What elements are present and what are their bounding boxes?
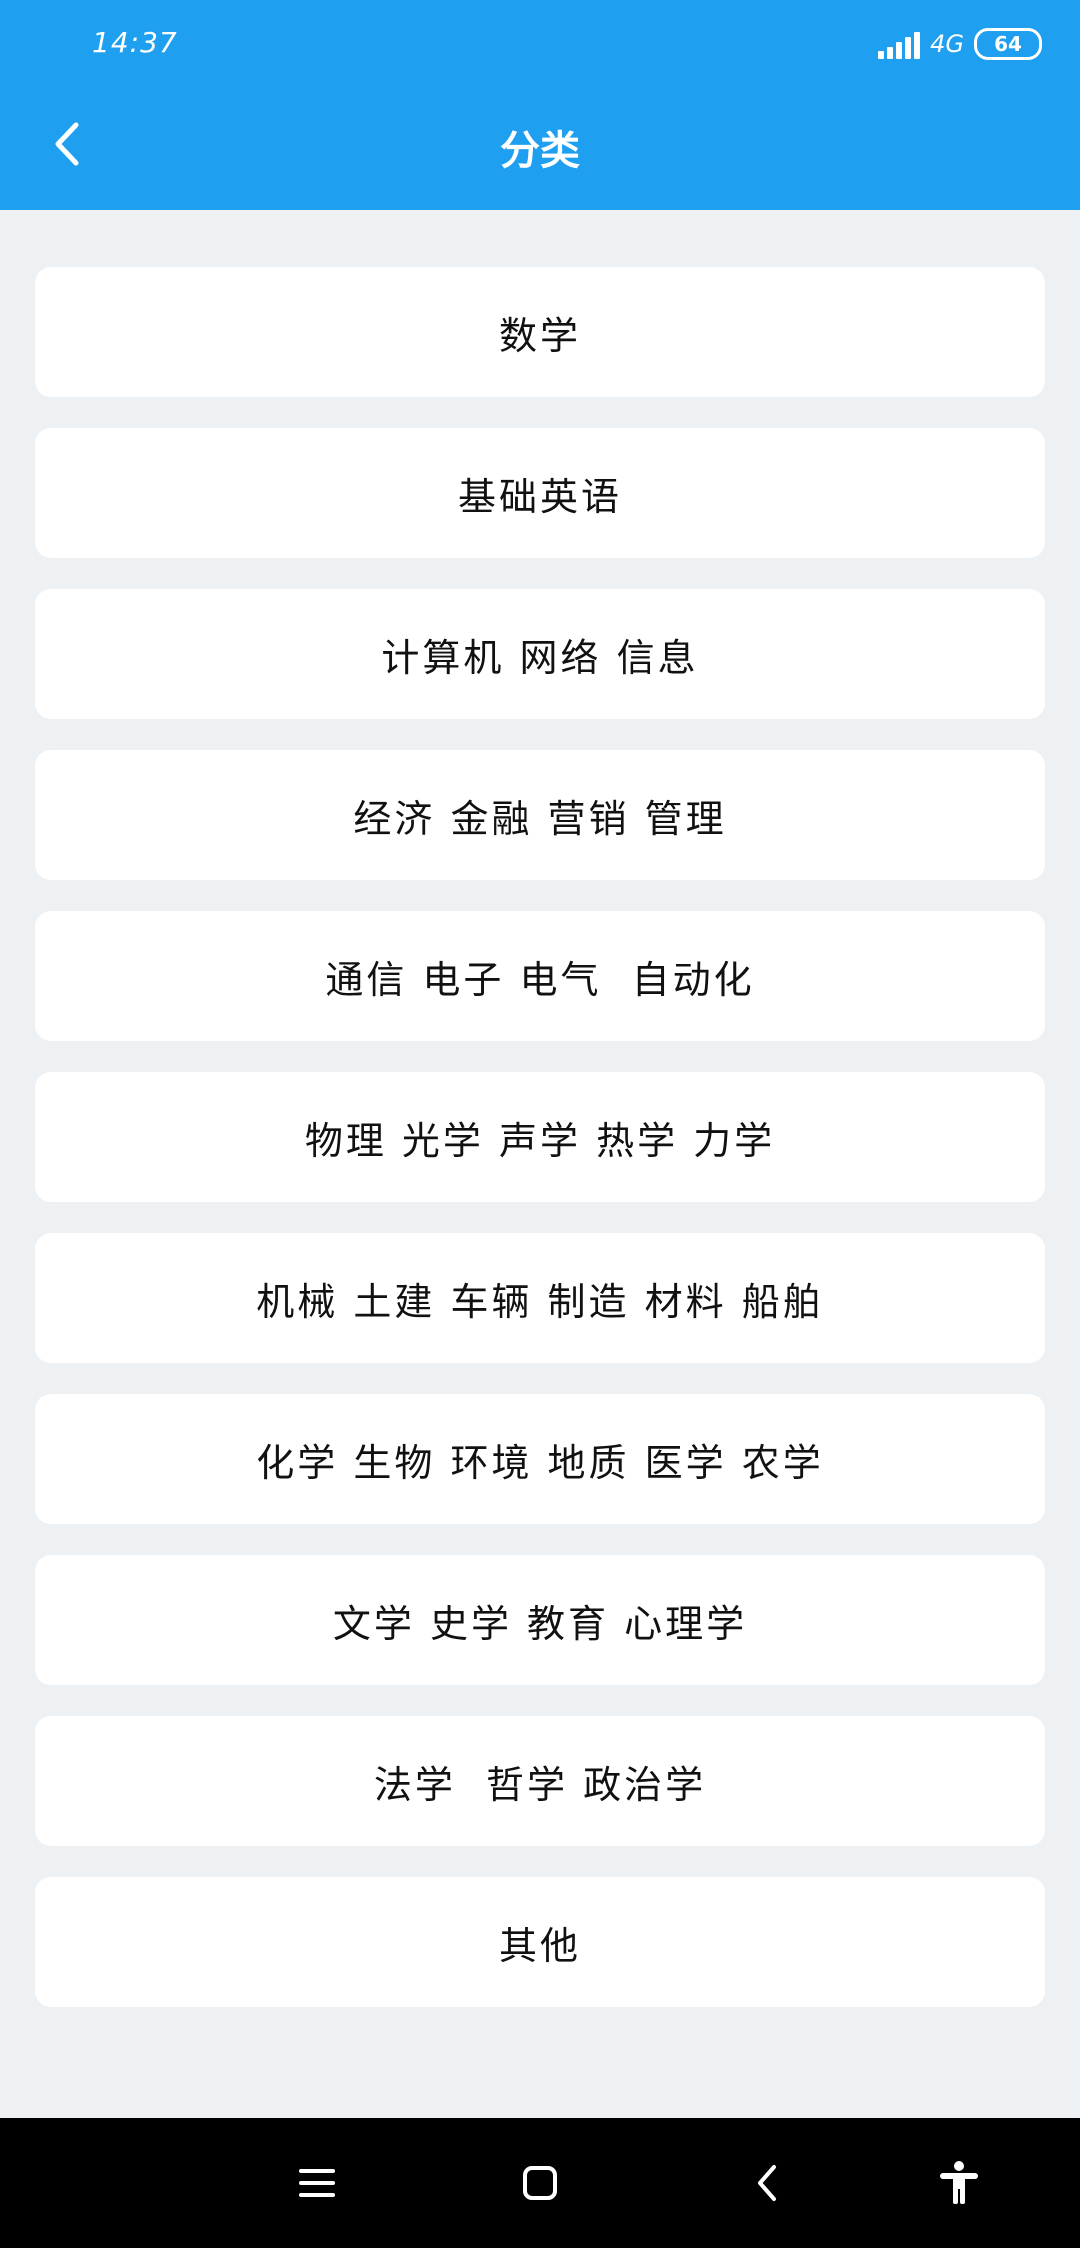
square-home-icon: [523, 2166, 557, 2200]
category-label: 法学 哲学 政治学: [373, 1762, 707, 1807]
category-item-literature-history[interactable]: 文学 史学 教育 心理学: [35, 1555, 1045, 1685]
system-nav-bar: [0, 2118, 1080, 2248]
nav-back-button[interactable]: [737, 2153, 797, 2213]
category-label: 通信 电子 电气 自动化: [325, 957, 755, 1002]
network-type: 4G: [930, 30, 964, 58]
menu-icon: [299, 2169, 335, 2197]
category-item-economics-finance[interactable]: 经济 金融 营销 管理: [35, 750, 1045, 880]
category-item-other[interactable]: 其他: [35, 1877, 1045, 2007]
category-item-math[interactable]: 数学: [35, 267, 1045, 397]
category-label: 数学: [498, 313, 581, 358]
category-item-communication-electronics[interactable]: 通信 电子 电气 自动化: [35, 911, 1045, 1041]
category-label: 经济 金融 营销 管理: [353, 796, 727, 841]
status-time: 14:37: [92, 26, 178, 59]
category-label: 其他: [498, 1923, 581, 1968]
nav-accessibility-button[interactable]: [929, 2153, 989, 2213]
category-list: 数学 基础英语 计算机 网络 信息 经济 金融 营销 管理 通信 电子 电气 自…: [35, 267, 1045, 2038]
category-label: 文学 史学 教育 心理学: [332, 1601, 748, 1646]
category-item-chemistry-biology[interactable]: 化学 生物 环境 地质 医学 农学: [35, 1394, 1045, 1524]
page-title: 分类: [500, 128, 580, 174]
header: 14:37 4G 64 分类: [0, 0, 1080, 210]
category-item-computer-network[interactable]: 计算机 网络 信息: [35, 589, 1045, 719]
battery-level: 64: [994, 32, 1022, 56]
category-item-law-philosophy[interactable]: 法学 哲学 政治学: [35, 1716, 1045, 1846]
category-item-mechanical-civil[interactable]: 机械 土建 车辆 制造 材料 船舶: [35, 1233, 1045, 1363]
status-indicators: 4G 64: [878, 28, 1042, 60]
app-root: 14:37 4G 64 分类 数学 基础英语 计算机 网络 信息 经济 金融 营…: [0, 0, 1080, 2248]
accessibility-icon: [940, 2161, 978, 2204]
nav-home-button[interactable]: [510, 2153, 570, 2213]
category-item-basic-english[interactable]: 基础英语: [35, 428, 1045, 558]
back-triangle-icon: [758, 2165, 776, 2201]
signal-strength-icon: [878, 29, 921, 59]
title-bar: 分类: [0, 92, 1080, 210]
status-bar: 14:37 4G 64: [0, 0, 1080, 92]
category-label: 化学 生物 环境 地质 医学 农学: [256, 1440, 824, 1485]
battery-icon: 64: [974, 28, 1042, 60]
category-label: 机械 土建 车辆 制造 材料 船舶: [256, 1279, 824, 1324]
category-label: 计算机 网络 信息: [381, 635, 699, 680]
nav-menu-button[interactable]: [287, 2153, 347, 2213]
category-label: 物理 光学 声学 热学 力学: [304, 1118, 776, 1163]
category-item-physics[interactable]: 物理 光学 声学 热学 力学: [35, 1072, 1045, 1202]
category-label: 基础英语: [457, 474, 622, 519]
